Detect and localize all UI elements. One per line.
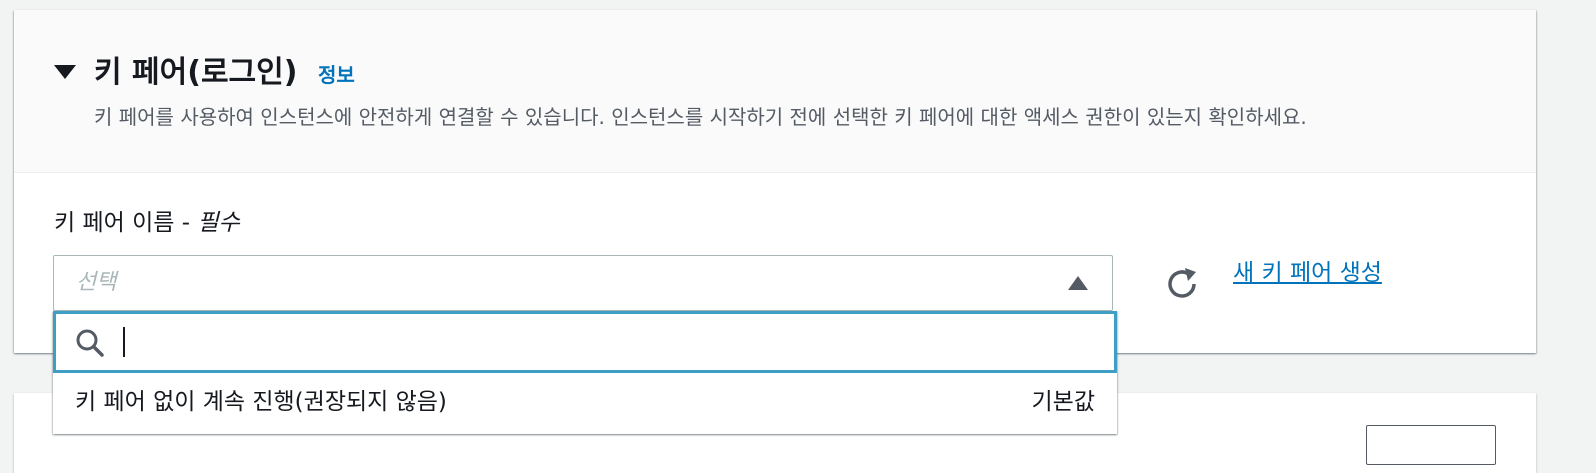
key-pair-name-label-text: 키 페어 이름 - bbox=[54, 210, 198, 236]
dropdown-option[interactable]: 키 페어 없이 계속 진행(권장되지 않음) 기본값 bbox=[53, 373, 1117, 434]
option-label: 키 페어 없이 계속 진행(권장되지 않음) bbox=[75, 389, 447, 415]
section-title[interactable]: 키 페어(로그인) bbox=[94, 53, 297, 93]
text-cursor bbox=[123, 327, 125, 357]
required-indicator: 필수 bbox=[197, 210, 240, 236]
key-pair-panel: 키 페어(로그인) 정보 키 페어를 사용하여 인스턴스에 안전하게 연결할 수… bbox=[14, 10, 1536, 353]
search-input[interactable] bbox=[53, 311, 1117, 373]
key-pair-panel-header: 키 페어(로그인) 정보 키 페어를 사용하여 인스턴스에 안전하게 연결할 수… bbox=[14, 10, 1536, 173]
key-pair-dropdown: 키 페어 없이 계속 진행(권장되지 않음) 기본값 bbox=[53, 311, 1117, 434]
key-pair-select[interactable]: 선택 bbox=[53, 255, 1113, 311]
create-key-pair-link[interactable]: 새 키 페어 생성 bbox=[1233, 257, 1382, 289]
caret-down-icon[interactable] bbox=[54, 65, 76, 79]
caret-up-icon bbox=[1068, 276, 1088, 290]
option-tag: 기본값 bbox=[1031, 389, 1095, 415]
select-placeholder: 선택 bbox=[76, 270, 117, 295]
search-icon bbox=[74, 327, 106, 359]
section-description: 키 페어를 사용하여 인스턴스에 안전하게 연결할 수 있습니다. 인스턴스를 … bbox=[94, 105, 1307, 129]
next-section-button[interactable] bbox=[1366, 425, 1496, 465]
info-link[interactable]: 정보 bbox=[318, 61, 355, 89]
refresh-icon[interactable] bbox=[1164, 264, 1204, 304]
key-pair-name-label: 키 페어 이름 - 필수 bbox=[54, 207, 240, 239]
